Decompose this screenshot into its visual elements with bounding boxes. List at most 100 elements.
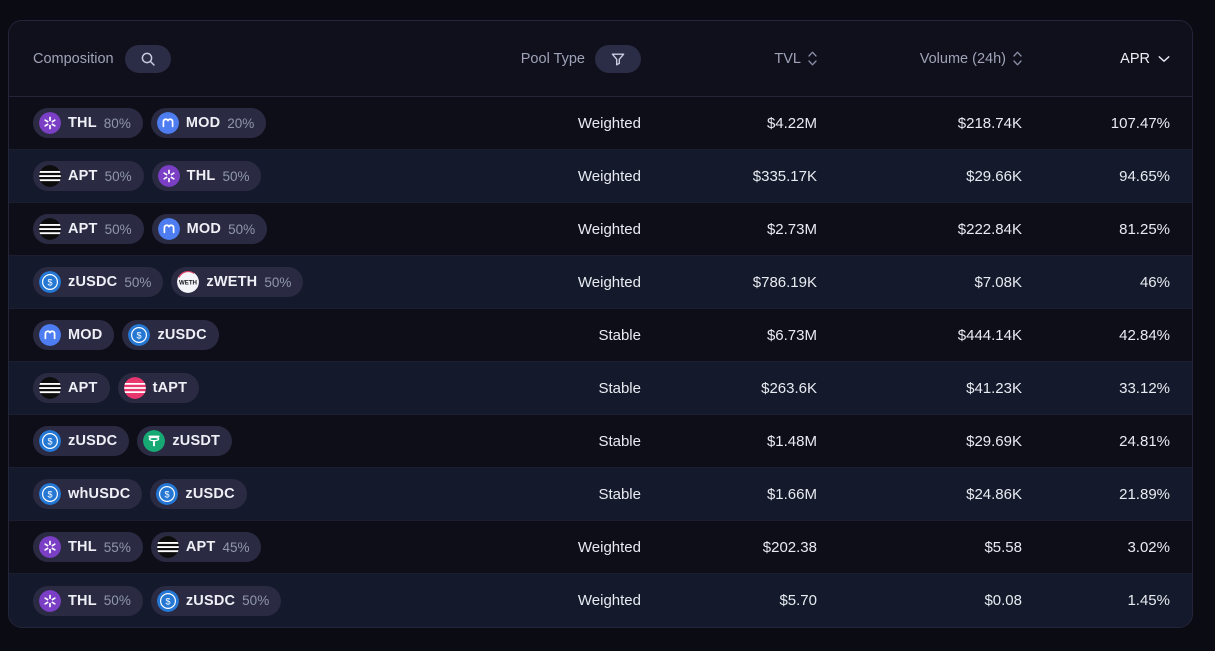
- tapt-token-icon: [124, 377, 146, 399]
- pool-type-cell: Weighted: [489, 221, 641, 238]
- table-row[interactable]: THL80%MOD20%Weighted$4.22M$218.74K107.47…: [9, 97, 1192, 150]
- token-chip[interactable]: $whUSDC: [33, 479, 142, 509]
- sort-updown-icon[interactable]: [1013, 51, 1022, 66]
- filter-icon: [610, 51, 626, 67]
- column-header-volume[interactable]: Volume (24h): [831, 51, 1036, 67]
- token-chip[interactable]: APT: [33, 373, 110, 403]
- table-row[interactable]: $whUSDC$zUSDCStable$1.66M$24.86K21.89%: [9, 468, 1192, 521]
- pool-type-cell: Weighted: [489, 539, 641, 556]
- token-weight: 50%: [228, 222, 255, 237]
- apr-cell: 107.47%: [1036, 115, 1192, 132]
- tvl-cell: $5.70: [641, 592, 831, 609]
- table-row[interactable]: THL55%APT45%Weighted$202.38$5.583.02%: [9, 521, 1192, 574]
- thl-token-icon: [39, 590, 61, 612]
- token-chip[interactable]: $zUSDC: [33, 426, 129, 456]
- token-chip[interactable]: THL 50%: [33, 586, 143, 616]
- token-weight: 50%: [222, 169, 249, 184]
- volume-cell: $5.58: [831, 539, 1036, 556]
- token-symbol: MOD: [187, 221, 221, 237]
- pool-table-page: 律动 BLOCKBEATS Composition Pool Type: [0, 0, 1215, 651]
- chevron-down-icon[interactable]: [1158, 51, 1170, 67]
- apr-cell: 21.89%: [1036, 486, 1192, 503]
- token-chip[interactable]: THL55%: [33, 532, 143, 562]
- token-chip[interactable]: WETHzWETH50%: [171, 267, 303, 297]
- token-chip[interactable]: MOD 50%: [152, 214, 267, 244]
- table-row[interactable]: APT50%THL50%Weighted$335.17K$29.66K94.65…: [9, 150, 1192, 203]
- apt-token-icon: [39, 218, 61, 240]
- token-weight: 80%: [104, 116, 131, 131]
- pool-table-card: Composition Pool Type: [8, 20, 1193, 628]
- zusdc-token-icon: $: [156, 483, 178, 505]
- token-chip[interactable]: zUSDT: [137, 426, 232, 456]
- token-symbol: MOD: [186, 115, 220, 131]
- zusdc-token-icon: $: [39, 271, 61, 293]
- pool-type-cell: Weighted: [489, 115, 641, 132]
- token-chip[interactable]: APT50%: [33, 161, 144, 191]
- pool-type-cell: Stable: [489, 327, 641, 344]
- composition-cell: $zUSDC zUSDT: [9, 426, 489, 456]
- table-header-row: Composition Pool Type: [9, 21, 1192, 97]
- table-row[interactable]: MOD$zUSDCStable$6.73M$444.14K42.84%: [9, 309, 1192, 362]
- composition-cell: APT50% THL 50%: [9, 161, 489, 191]
- column-header-tvl[interactable]: TVL: [641, 51, 831, 67]
- volume-label: Volume (24h): [920, 51, 1006, 67]
- tvl-cell: $786.19K: [641, 274, 831, 291]
- zusdc-token-icon: $: [157, 590, 179, 612]
- pool-type-cell: Weighted: [489, 274, 641, 291]
- token-symbol: THL: [68, 593, 97, 609]
- apr-cell: 81.25%: [1036, 221, 1192, 238]
- svg-text:$: $: [47, 490, 52, 500]
- composition-cell: THL 50% $ zUSDC 50%: [9, 586, 489, 616]
- svg-text:$: $: [165, 490, 170, 500]
- volume-cell: $222.84K: [831, 221, 1036, 238]
- token-chip[interactable]: $zUSDC50%: [33, 267, 163, 297]
- svg-text:$: $: [137, 331, 142, 341]
- svg-text:$: $: [47, 278, 52, 288]
- filter-button[interactable]: [595, 45, 641, 73]
- token-symbol: APT: [186, 539, 216, 555]
- token-chip[interactable]: APT 45%: [151, 532, 262, 562]
- volume-cell: $29.66K: [831, 168, 1036, 185]
- table-row[interactable]: $zUSDC50%WETHzWETH50%Weighted$786.19K$7.…: [9, 256, 1192, 309]
- token-symbol: zUSDC: [68, 433, 117, 449]
- token-weight: 50%: [242, 593, 269, 608]
- token-chip[interactable]: MOD20%: [151, 108, 266, 138]
- volume-cell: $24.86K: [831, 486, 1036, 503]
- table-row[interactable]: THL50%$zUSDC50%Weighted$5.70$0.081.45%: [9, 574, 1192, 627]
- table-row[interactable]: APTtAPTStable$263.6K$41.23K33.12%: [9, 362, 1192, 415]
- token-chip[interactable]: THL80%: [33, 108, 143, 138]
- token-symbol: zUSDC: [186, 593, 235, 609]
- apr-cell: 3.02%: [1036, 539, 1192, 556]
- token-chip[interactable]: tAPT: [118, 373, 200, 403]
- apr-cell: 24.81%: [1036, 433, 1192, 450]
- sort-updown-icon[interactable]: [808, 51, 817, 66]
- volume-cell: $0.08: [831, 592, 1036, 609]
- pool-type-cell: Stable: [489, 380, 641, 397]
- token-weight: 50%: [104, 593, 131, 608]
- table-body: THL80%MOD20%Weighted$4.22M$218.74K107.47…: [9, 97, 1192, 627]
- pool-type-cell: Weighted: [489, 168, 641, 185]
- table-row[interactable]: APT50%MOD50%Weighted$2.73M$222.84K81.25%: [9, 203, 1192, 256]
- search-button[interactable]: [125, 45, 171, 73]
- apr-cell: 94.65%: [1036, 168, 1192, 185]
- column-header-apr[interactable]: APR: [1036, 51, 1192, 67]
- token-chip[interactable]: APT50%: [33, 214, 144, 244]
- tvl-label: TVL: [774, 51, 801, 67]
- apt-token-icon: [39, 377, 61, 399]
- volume-cell: $41.23K: [831, 380, 1036, 397]
- table-row[interactable]: $zUSDCzUSDTStable$1.48M$29.69K24.81%: [9, 415, 1192, 468]
- token-chip[interactable]: THL 50%: [152, 161, 262, 191]
- token-chip[interactable]: $ zUSDC 50%: [151, 586, 281, 616]
- composition-cell: MOD $zUSDC: [9, 320, 489, 350]
- apr-cell: 42.84%: [1036, 327, 1192, 344]
- thl-token-icon: [39, 536, 61, 558]
- token-chip[interactable]: $zUSDC: [122, 320, 218, 350]
- token-symbol: THL: [187, 168, 216, 184]
- token-chip[interactable]: $zUSDC: [150, 479, 246, 509]
- token-symbol: zUSDT: [172, 433, 220, 449]
- token-weight: 45%: [222, 540, 249, 555]
- whusdc-token-icon: $: [39, 483, 61, 505]
- svg-text:WETH: WETH: [179, 280, 197, 287]
- token-chip[interactable]: MOD: [33, 320, 114, 350]
- composition-cell: THL80% MOD20%: [9, 108, 489, 138]
